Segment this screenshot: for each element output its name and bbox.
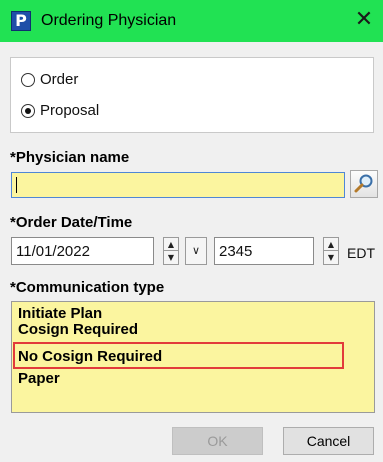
mode-group: Order Proposal	[10, 57, 374, 133]
calendar-dropdown-button[interactable]: ∨	[185, 237, 207, 265]
physician-name-input[interactable]	[11, 172, 345, 198]
cancel-button[interactable]: Cancel	[283, 427, 374, 455]
radio-selected-icon[interactable]	[21, 103, 35, 118]
radio-order[interactable]: Order	[21, 71, 78, 88]
ordering-physician-dialog: P Ordering Physician ✕ Order Proposal *P…	[0, 0, 383, 462]
time-spinner[interactable]: ▲ ▼	[323, 237, 339, 265]
list-item[interactable]: Initiate Plan	[18, 305, 102, 322]
title-bar: P Ordering Physician ✕	[0, 0, 383, 42]
list-item[interactable]: Paper	[18, 370, 60, 387]
radio-circle-icon[interactable]	[21, 72, 35, 87]
text-caret	[16, 177, 17, 193]
close-icon[interactable]: ✕	[352, 9, 376, 33]
magnifier-icon	[354, 174, 373, 193]
app-logo-icon: P	[11, 11, 31, 31]
physician-name-label: *Physician name	[10, 149, 130, 166]
order-datetime-label: *Order Date/Time	[10, 214, 133, 231]
ok-button[interactable]: OK	[172, 427, 263, 455]
communication-type-label: *Communication type	[10, 279, 165, 296]
spin-down-icon[interactable]: ▼	[324, 251, 338, 264]
order-date-input[interactable]: 11/01/2022	[11, 237, 154, 265]
spin-up-icon[interactable]: ▲	[324, 238, 338, 251]
timezone-label: EDT	[347, 245, 375, 261]
radio-proposal[interactable]: Proposal	[21, 102, 99, 119]
annotation-highlight-box	[13, 342, 344, 369]
spin-down-icon[interactable]: ▼	[164, 251, 178, 264]
list-item[interactable]: Cosign Required	[18, 321, 138, 338]
spin-up-icon[interactable]: ▲	[164, 238, 178, 251]
chevron-down-icon: ∨	[191, 244, 201, 257]
radio-proposal-label: Proposal	[40, 102, 100, 119]
radio-order-label: Order	[40, 71, 79, 88]
window-title: Ordering Physician	[41, 12, 177, 29]
order-time-input[interactable]: 2345	[214, 237, 314, 265]
date-spinner[interactable]: ▲ ▼	[163, 237, 179, 265]
physician-lookup-button[interactable]	[350, 170, 378, 198]
